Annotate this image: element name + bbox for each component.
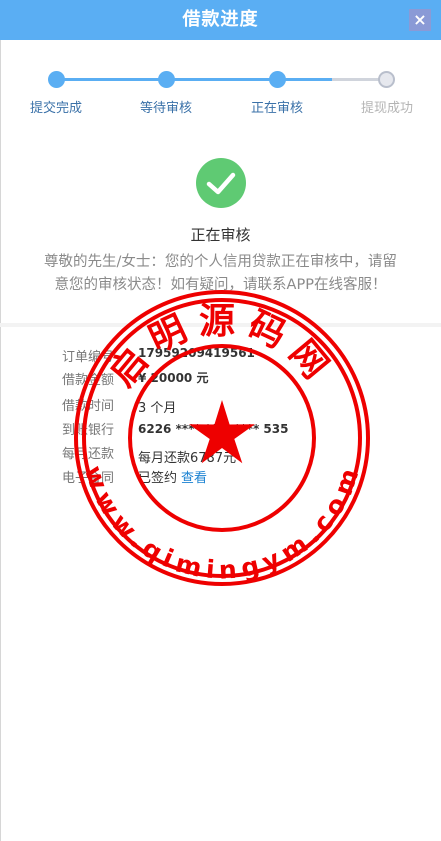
page-title: 借款进度 <box>182 9 259 30</box>
amount-label: 借款金额 <box>62 373 115 388</box>
step-label-waiting: 等待审核 <box>139 101 192 116</box>
detail-row-term: 借款时间 3 个月 <box>62 395 402 417</box>
step-dot-reviewing <box>269 71 286 88</box>
status-title: 正在审核 <box>190 226 251 244</box>
close-button[interactable]: × <box>409 9 431 31</box>
step-label-reviewing: 正在审核 <box>250 101 303 116</box>
stepper-track-done <box>56 78 332 81</box>
step-dot-withdrawn <box>378 71 395 88</box>
step-dot-waiting <box>158 71 175 88</box>
bank-value: 6226 **** **** **** 535 <box>138 422 289 436</box>
monthly-label: 每月还款 <box>62 447 115 462</box>
detail-row-order: 订单编号 17959209419561 <box>62 346 402 368</box>
detail-row-contract: 电子合同 已签约 查看 <box>62 467 402 489</box>
view-contract-link[interactable]: 查看 <box>181 471 207 486</box>
contract-value: 已签约 查看 <box>138 467 207 486</box>
step-label-withdrawn: 提现成功 <box>360 101 413 116</box>
term-label: 借款时间 <box>62 399 115 414</box>
bank-label: 到账银行 <box>62 423 115 438</box>
step-label-submitted: 提交完成 <box>29 101 82 116</box>
status-message: 尊敬的先生/女士：您的个人信用贷款正在审核中，请留意您的审核状态！如有疑问，请联… <box>44 254 397 293</box>
section-divider <box>0 323 441 327</box>
term-value: 3 个月 <box>138 401 177 416</box>
check-circle-icon <box>196 158 246 208</box>
detail-row-monthly: 每月还款 每月还款6787元 <box>62 443 402 466</box>
contract-label: 电子合同 <box>62 471 115 486</box>
header-bar: 借款进度 × <box>0 0 441 40</box>
order-no-label: 订单编号 <box>62 350 115 365</box>
amount-value: ¥ 20000 元 <box>138 371 209 385</box>
contract-status: 已签约 <box>138 471 178 486</box>
detail-row-amount: 借款金额 ¥ 20000 元 <box>62 369 402 391</box>
progress-stepper: 提交完成 等待审核 正在审核 提现成功 <box>0 64 441 124</box>
frame-border <box>0 40 1 841</box>
order-no-value: 17959209419561 <box>138 346 255 360</box>
monthly-value: 每月还款6787元 <box>138 451 237 466</box>
detail-row-bank: 到账银行 6226 **** **** **** 535 <box>62 419 402 441</box>
step-dot-submitted <box>48 71 65 88</box>
